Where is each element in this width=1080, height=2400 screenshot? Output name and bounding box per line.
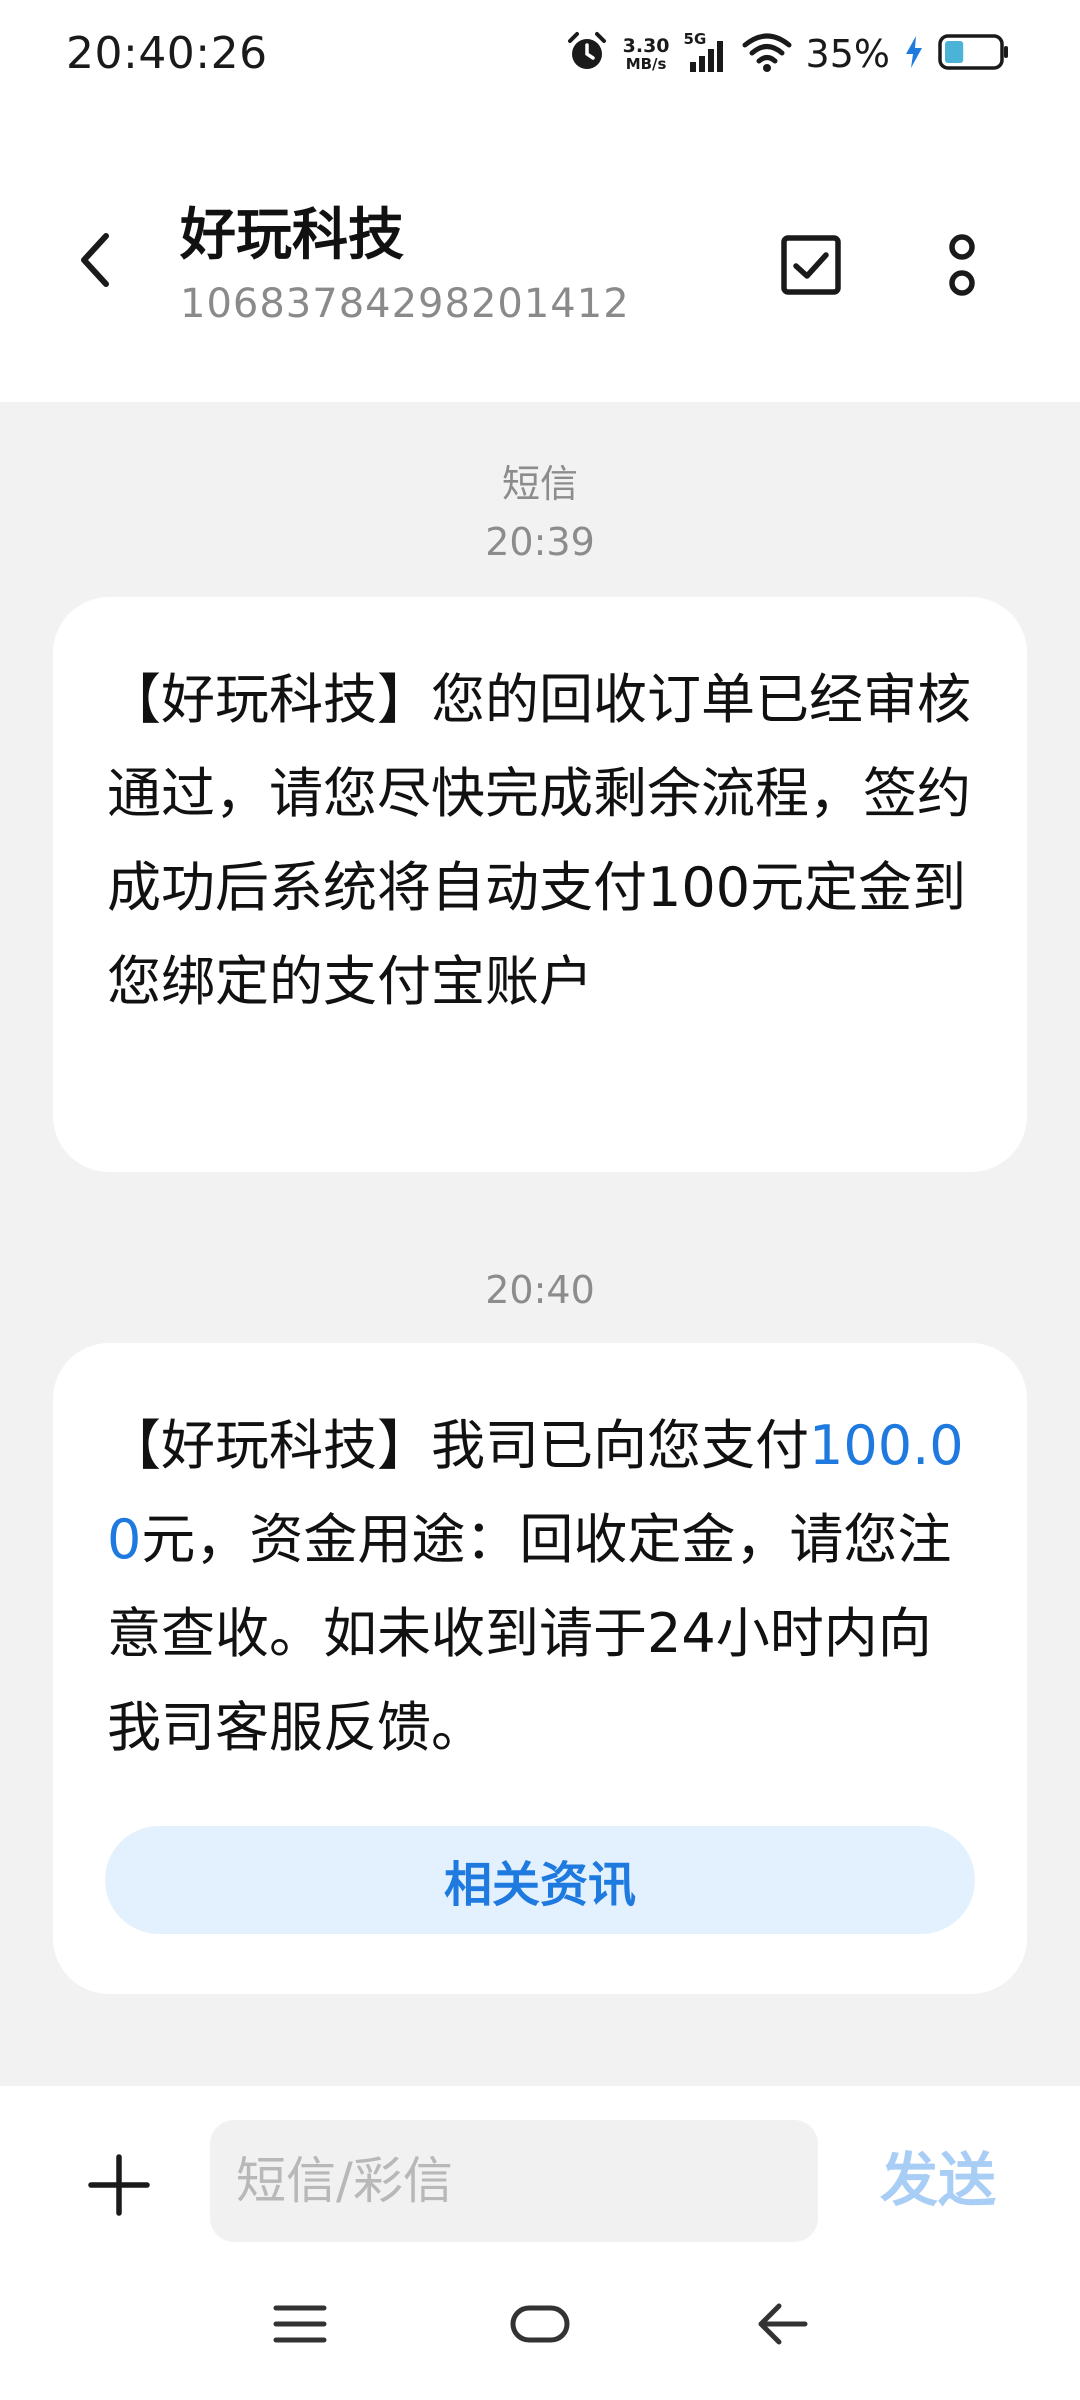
net-speed-unit: MB/s: [625, 54, 667, 73]
alarm-icon: [565, 30, 609, 78]
signal-5g-icon: 5G: [684, 32, 728, 76]
net-speed-value: 3.30: [622, 34, 670, 57]
back-button[interactable]: [64, 220, 128, 300]
more-options-button[interactable]: [930, 220, 994, 310]
channel-label: 短信: [501, 462, 578, 506]
status-time: 20:40:26: [66, 28, 268, 79]
related-info-button[interactable]: 相关资讯: [105, 1826, 975, 1934]
battery-percent: 35%: [805, 32, 890, 76]
back-arrow-icon: [758, 2303, 808, 2345]
nav-back-button[interactable]: [736, 2284, 826, 2364]
checkbox-icon: [781, 235, 841, 295]
nav-home-button[interactable]: [495, 2284, 585, 2364]
message-text: 【好玩科技】您的回收订单已经审核通过，请您尽快完成剩余流程，签约成功后系统将自动…: [107, 668, 971, 1013]
net-speed: 3.30 MB/s: [622, 34, 670, 73]
nav-menu-button[interactable]: [255, 2284, 345, 2364]
composer: 发送: [0, 2086, 1080, 2256]
charging-bolt-icon: [904, 35, 924, 73]
home-icon: [510, 2305, 570, 2343]
menu-icon: [273, 2305, 327, 2343]
message-list[interactable]: 短信 20:39 【好玩科技】您的回收订单已经审核通过，请您尽快完成剩余流程，签…: [0, 402, 1080, 2086]
message-text-prefix: 【好玩科技】我司已向您支付: [107, 1414, 809, 1477]
conversation-header: 好玩科技 10683784298201412: [0, 110, 1080, 402]
wifi-icon: [742, 30, 792, 78]
message-bubble[interactable]: 【好玩科技】您的回收订单已经审核通过，请您尽快完成剩余流程，签约成功后系统将自动…: [53, 597, 1027, 1172]
navigation-bar: [0, 2256, 1080, 2400]
battery-icon: [938, 32, 1010, 76]
message-text: 【好玩科技】我司已向您支付100.00元，资金用途：回收定金，请您注意查收。如未…: [107, 1399, 973, 1775]
message-timestamp: 20:39: [485, 520, 595, 564]
chevron-left-icon: [81, 233, 109, 287]
select-messages-button[interactable]: [774, 228, 848, 302]
status-bar: 20:40:26 3.30 MB/s 5G 35%: [0, 0, 1080, 110]
message-timestamp: 20:40: [485, 1268, 595, 1312]
message-bubble[interactable]: 【好玩科技】我司已向您支付100.00元，资金用途：回收定金，请您注意查收。如未…: [53, 1343, 1027, 1994]
status-icons: 3.30 MB/s 5G 35%: [565, 26, 1010, 82]
message-input[interactable]: [210, 2120, 818, 2242]
contact-name: 好玩科技: [180, 203, 404, 268]
add-attachment-button[interactable]: [84, 2150, 154, 2220]
plus-icon: [88, 2154, 150, 2216]
contact-number: 10683784298201412: [180, 281, 630, 327]
more-vertical-icon: [949, 234, 975, 296]
message-text-suffix: 元，资金用途：回收定金，请您注意查收。如未收到请于24小时内向我司客服反馈。: [107, 1508, 952, 1759]
send-button[interactable]: 发送: [880, 2140, 996, 2220]
